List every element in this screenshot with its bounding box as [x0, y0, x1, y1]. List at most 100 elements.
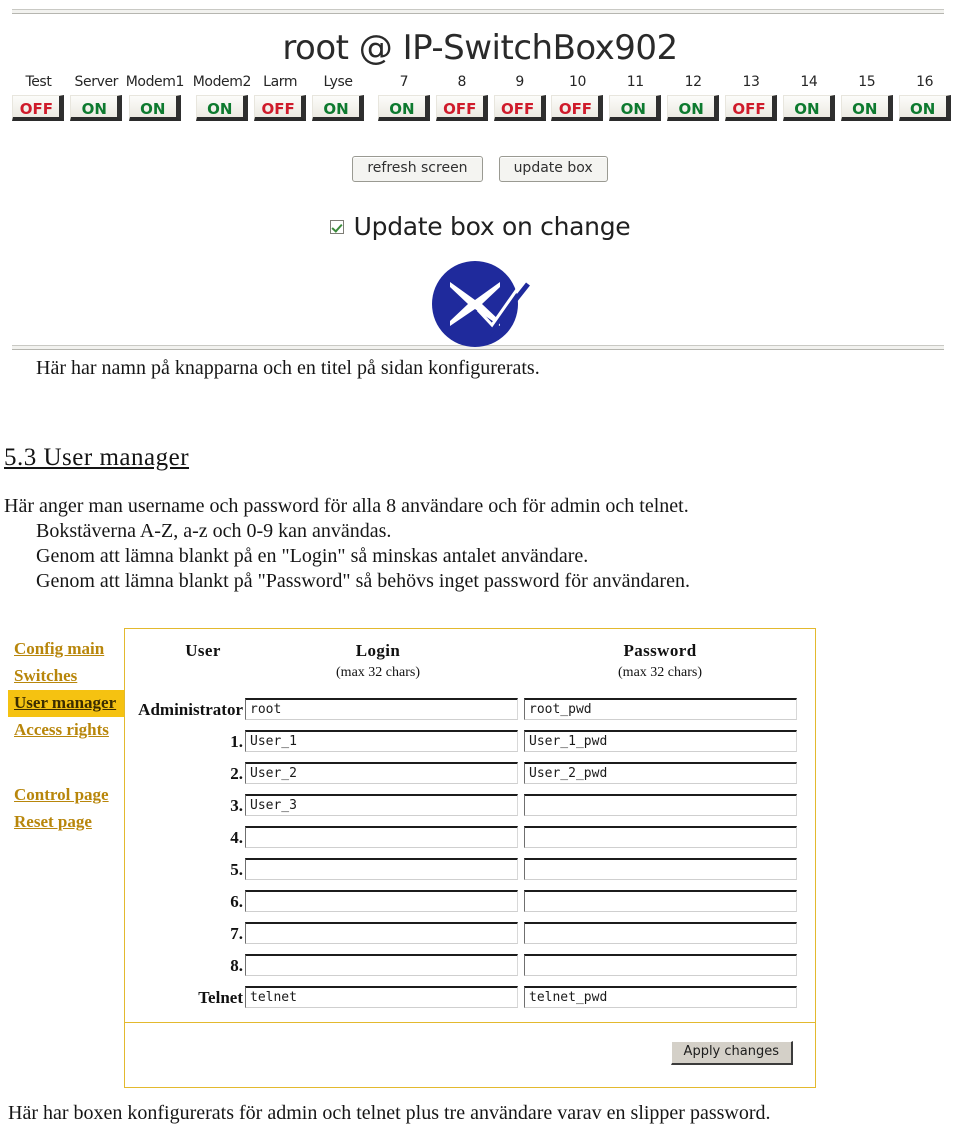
switch-toggle-button[interactable]: OFF — [435, 95, 488, 121]
update-box-button[interactable]: update box — [498, 156, 608, 182]
switch-label: Server — [74, 74, 119, 90]
paragraph-line: Här anger man username och password för … — [4, 495, 689, 517]
table-row: 6. — [125, 887, 815, 919]
login-input[interactable]: root — [245, 698, 518, 720]
switch-toggle-button[interactable]: ON — [70, 95, 123, 121]
switch-cell-8: 8 OFF — [433, 74, 490, 121]
switch-toggle-button[interactable]: OFF — [254, 95, 307, 121]
password-input[interactable] — [524, 794, 797, 816]
column-header-password: Password (max 32 chars) — [618, 641, 702, 680]
update-box-on-change-checkbox[interactable] — [329, 219, 344, 234]
switch-toggle-button[interactable]: OFF — [12, 95, 65, 121]
column-header-login: Login (max 32 chars) — [336, 641, 420, 680]
user-table: User Login (max 32 chars) Password (max … — [125, 629, 815, 1023]
switch-label: 12 — [684, 74, 702, 90]
password-input[interactable]: root_pwd — [524, 698, 797, 720]
switch-cell-9: 9 OFF — [491, 74, 548, 121]
password-input[interactable] — [524, 922, 797, 944]
switch-toggle-button[interactable]: ON — [840, 95, 893, 121]
password-input[interactable]: User_1_pwd — [524, 730, 797, 752]
login-input[interactable] — [245, 954, 518, 976]
switch-cell-11: 11 ON — [607, 74, 664, 121]
sidebar-item-control-page[interactable]: Control page — [8, 782, 126, 809]
login-input[interactable]: telnet — [245, 986, 518, 1008]
login-input[interactable] — [245, 922, 518, 944]
switch-toggle-button[interactable]: ON — [312, 95, 364, 121]
update-box-on-change-label: Update box on change — [353, 212, 631, 241]
login-input[interactable]: User_1 — [245, 730, 518, 752]
password-input[interactable] — [524, 954, 797, 976]
table-row: 7. — [125, 919, 815, 951]
switch-label: 7 — [399, 74, 409, 90]
password-input[interactable] — [524, 890, 797, 912]
password-input[interactable]: telnet_pwd — [524, 986, 797, 1008]
update-on-change-row: Update box on change — [0, 212, 960, 241]
login-input[interactable] — [245, 890, 518, 912]
switch-toggle-button[interactable]: OFF — [493, 95, 546, 121]
table-row: Telnet telnet telnet_pwd — [125, 983, 815, 1015]
switch-cell-14: 14 ON — [780, 74, 837, 121]
switch-toggle-button[interactable]: ON — [898, 95, 951, 121]
switch-toggle-button[interactable]: ON — [195, 95, 248, 121]
switch-toggle-button[interactable]: ON — [782, 95, 835, 121]
sidebar-item-switches[interactable]: Switches — [8, 663, 126, 690]
switch-toggle-button[interactable]: OFF — [725, 95, 778, 121]
switch-label: Test — [25, 74, 52, 90]
paragraph-line: Genom att lämna blankt på "Password" så … — [36, 570, 690, 592]
switch-toggle-button[interactable]: ON — [667, 95, 720, 121]
page-title: root @ IP-SwitchBox902 — [282, 28, 678, 68]
table-row: Administrator root root_pwd — [125, 695, 815, 727]
switch-label: 10 — [568, 74, 586, 90]
row-label: 6. — [230, 892, 243, 911]
login-input[interactable] — [245, 826, 518, 848]
password-input[interactable] — [524, 826, 797, 848]
switch-cell-server: Server ON — [68, 74, 125, 121]
switch-toggle-button[interactable]: ON — [609, 95, 662, 121]
apply-changes-button[interactable]: Apply changes — [670, 1041, 793, 1065]
switch-cell-larm: Larm OFF — [252, 74, 309, 121]
switch-button-row: Test OFF Server ON Modem1 ON Modem2 ON Larm OFF Ly… — [10, 74, 954, 121]
password-input[interactable]: User_2_pwd — [524, 762, 797, 784]
table-row: 2. User_2 User_2_pwd — [125, 759, 815, 791]
switch-cell-7: 7 ON — [375, 74, 432, 121]
switch-cell-lyse: Lyse ON — [310, 74, 367, 121]
switch-cell-16: 16 ON — [896, 74, 953, 121]
switch-toggle-button[interactable]: ON — [128, 95, 181, 121]
login-input[interactable] — [245, 858, 518, 880]
sidebar-nav: Config main Switches User manager Access ri… — [8, 636, 126, 836]
switch-label: 14 — [800, 74, 818, 90]
table-row: 8. — [125, 951, 815, 983]
row-label: 2. — [230, 764, 243, 783]
sidebar-item-access-rights[interactable]: Access rights — [8, 717, 126, 744]
switch-cell-modem1: Modem1 ON — [126, 74, 184, 121]
caption-top: Här har namn på knapparna och en titel p… — [36, 357, 540, 379]
switch-toggle-button[interactable]: OFF — [551, 95, 604, 121]
switch-cell-10: 10 OFF — [549, 74, 606, 121]
switch-toggle-button[interactable]: ON — [377, 95, 430, 121]
row-label: Telnet — [198, 988, 243, 1007]
login-input[interactable]: User_2 — [245, 762, 518, 784]
user-manager-panel: User Login (max 32 chars) Password (max … — [124, 628, 816, 1088]
sidebar-item-reset-page[interactable]: Reset page — [8, 809, 126, 836]
table-row: 4. — [125, 823, 815, 855]
login-input[interactable]: User_3 — [245, 794, 518, 816]
blue-circle-x-check-icon — [432, 261, 530, 347]
refresh-screen-button[interactable]: refresh screen — [352, 156, 483, 182]
switch-label: 13 — [742, 74, 760, 90]
section-heading: 5.3 User manager — [4, 444, 190, 471]
sidebar-item-user-manager[interactable]: User manager — [8, 690, 126, 717]
user-table-body: Administrator root root_pwd 1. User_1 User_1_… — [125, 695, 815, 1015]
switch-cell-test: Test OFF — [10, 74, 67, 121]
panel-footer: Apply changes — [125, 1023, 815, 1087]
sidebar-item-config-main[interactable]: Config main — [8, 636, 126, 663]
user-manager-screenshot: Config main Switches User manager Access ri… — [0, 628, 818, 1090]
table-header-row: User Login (max 32 chars) Password (max … — [125, 641, 815, 691]
row-label: 5. — [230, 860, 243, 879]
password-input[interactable] — [524, 858, 797, 880]
brand-logo — [0, 254, 960, 354]
switchbox-screenshot: root @ IP-SwitchBox902 Test OFF Server ON Mo… — [0, 14, 960, 347]
switch-label: Modem2 — [192, 74, 252, 90]
switch-cell-15: 15 ON — [838, 74, 895, 121]
paragraph-line: Genom att lämna blankt på en "Login" så … — [36, 545, 589, 567]
